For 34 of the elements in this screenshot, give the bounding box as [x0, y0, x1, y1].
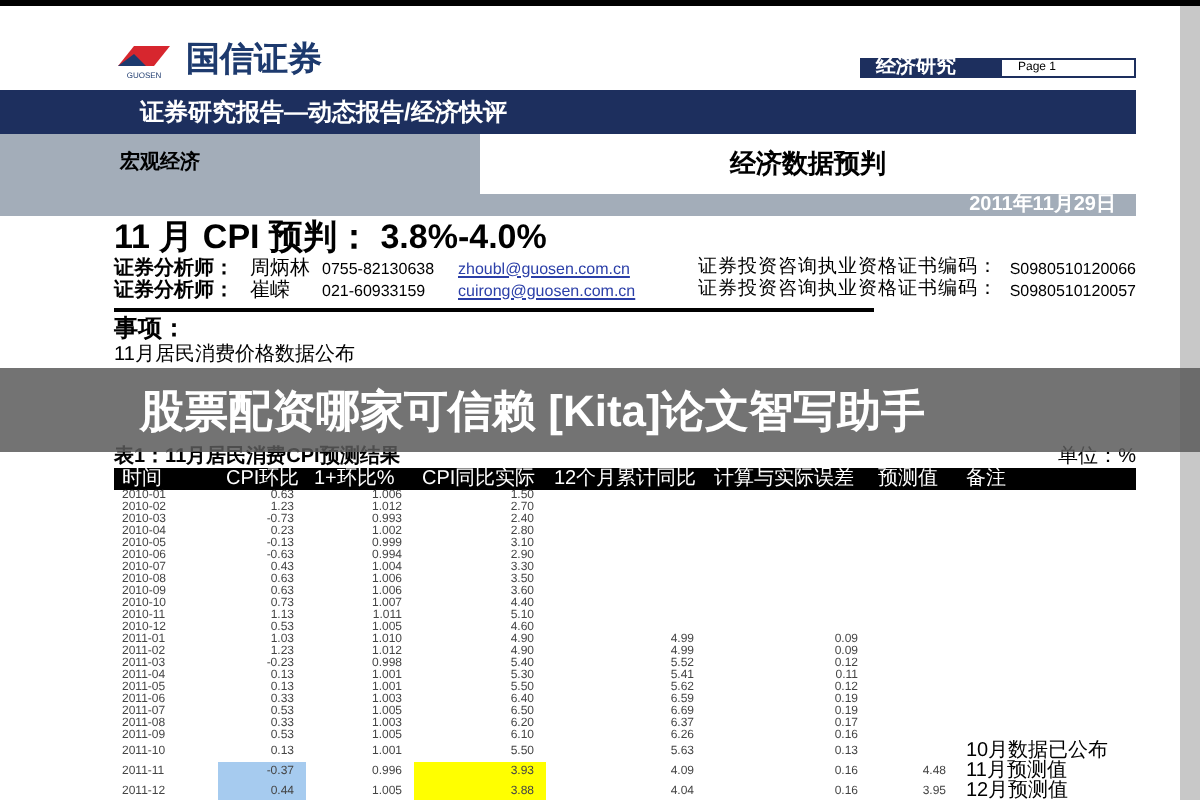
column-header: CPI同比实际 [420, 468, 538, 490]
column-header: CPI环比 [224, 468, 302, 490]
event-text: 11月居民消费价格数据公布 [114, 344, 357, 368]
remark-cell: 10月数据已公布 [966, 742, 1109, 762]
column-header: 预测值 [876, 468, 940, 490]
column-header: 时间 [120, 468, 162, 490]
analyst-label: 证券分析师： [114, 255, 236, 280]
event-heading: 事项： [114, 312, 188, 344]
cert-label: 证券投资咨询执业资格证书编码： [697, 254, 998, 279]
table-caption: 表1：11月居民消费CPI预测结果 [114, 446, 400, 468]
analyst-phone: 0755-82130638 [322, 257, 437, 281]
remark-cell: 12月预测值 [966, 782, 1069, 800]
cert-number: S0980510120057 [1009, 279, 1136, 303]
analyst-name: 崔嵘 [250, 277, 292, 306]
analyst-label: 证券分析师： [114, 277, 236, 306]
column-header: 计算与实际误差 [712, 468, 856, 490]
cert-number: S0980510120066 [1009, 257, 1136, 281]
column-header: 1+环比% [312, 468, 395, 490]
report-type: 经济数据预判 [727, 146, 888, 182]
category-label: 宏观经济 [0, 134, 480, 194]
email-link[interactable]: zhoubl@guosen.com.cn [458, 257, 654, 281]
cert-label: 证券投资咨询执业资格证书编码： [697, 276, 998, 305]
caption-banner: 股票配资哪家可信赖 [Kita]论文智写助手 [0, 368, 1200, 452]
report-headline: 11 月 CPI 预判： 3.8%-4.0% [114, 216, 549, 257]
report-date: 2011年11月29日 [969, 194, 1118, 216]
table-unit: 单位：% [1058, 446, 1136, 468]
column-header: 备注 [964, 468, 1008, 490]
email-link[interactable]: cuirong@guosen.com.cn [458, 279, 654, 303]
logo-text: 国信证券 [186, 37, 322, 83]
analyst-phone: 021-60933159 [322, 279, 428, 303]
report-title-bar: 证券研究报告—动态报告/经济快评 [0, 90, 1136, 134]
analyst-name: 周炳林 [250, 255, 310, 280]
remark-cell: 11月预测值 [966, 762, 1067, 782]
column-header: 12个月累计同比 [552, 468, 699, 490]
